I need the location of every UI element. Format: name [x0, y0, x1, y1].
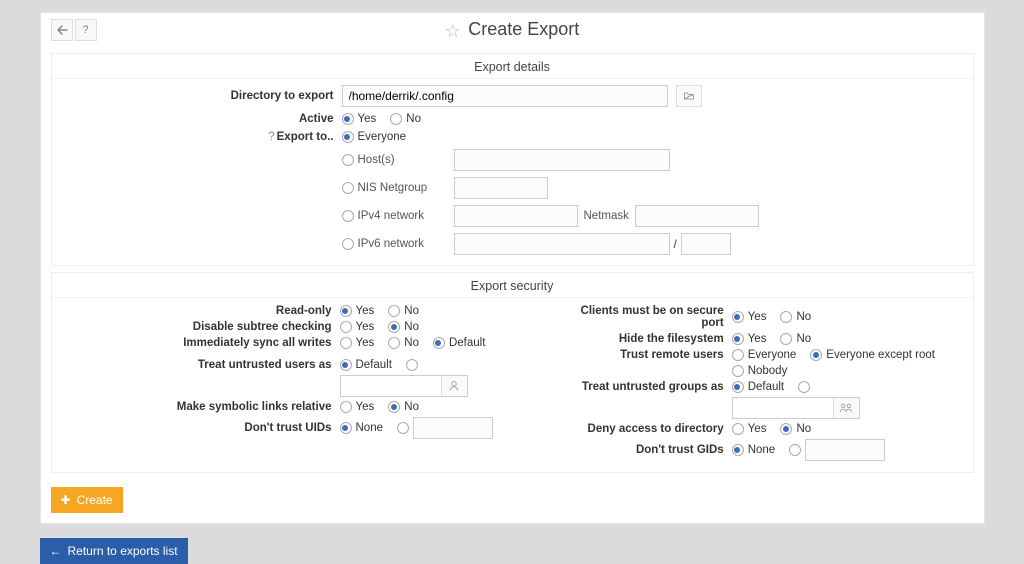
radio-deny-no[interactable]: [780, 423, 792, 435]
star-icon: ☆: [445, 21, 461, 41]
help-icon[interactable]: ?: [268, 131, 274, 143]
group-picker-button[interactable]: [833, 398, 859, 418]
radio-sync-default[interactable]: [433, 337, 445, 349]
radio-deny-yes[interactable]: [732, 423, 744, 435]
label-hide-fs: Hide the filesystem: [557, 333, 732, 345]
label-active: Active: [56, 113, 342, 125]
radio-trust-nobody[interactable]: [732, 365, 744, 377]
label-ipv6: IPv6 network: [358, 238, 446, 250]
label-clients-secure: Clients must be on secure port: [557, 305, 732, 329]
page-title: Create Export: [468, 19, 579, 39]
radio-trust-everyone[interactable]: [732, 349, 744, 361]
create-button-label: Create: [77, 493, 113, 507]
radio-untrusted-users-default[interactable]: [340, 359, 352, 371]
radio-export-ipv6[interactable]: [342, 238, 354, 250]
radio-secure-yes[interactable]: [732, 311, 744, 323]
export-security-section: Export security Read-only Yes No Disable…: [51, 272, 974, 473]
help-button[interactable]: ?: [75, 19, 97, 41]
ipv4-input[interactable]: [454, 205, 578, 227]
netmask-input[interactable]: [635, 205, 759, 227]
radio-sync-no[interactable]: [388, 337, 400, 349]
label-no: No: [406, 113, 421, 125]
radio-sync-yes[interactable]: [340, 337, 352, 349]
radio-subtree-no[interactable]: [388, 321, 400, 333]
radio-gids-none[interactable]: [732, 444, 744, 456]
return-button[interactable]: ← Return to exports list: [40, 538, 188, 564]
label-directory: Directory to export: [56, 90, 342, 102]
radio-export-nis[interactable]: [342, 182, 354, 194]
uids-input[interactable]: [413, 417, 493, 439]
radio-symlinks-no[interactable]: [388, 401, 400, 413]
radio-uids-custom[interactable]: [397, 422, 409, 434]
nis-input[interactable]: [454, 177, 548, 199]
untrusted-group-input-group: [732, 397, 860, 419]
radio-trust-except-root[interactable]: [810, 349, 822, 361]
label-untrusted-groups: Treat untrusted groups as: [557, 381, 732, 393]
label-dont-trust-gids: Don't trust GIDs: [557, 444, 732, 456]
label-sync: Immediately sync all writes: [60, 337, 340, 349]
browse-directory-button[interactable]: [676, 85, 702, 107]
label-dont-trust-uids: Don't trust UIDs: [60, 422, 340, 434]
radio-secure-no[interactable]: [780, 311, 792, 323]
arrow-left-icon: ←: [50, 544, 62, 558]
radio-export-everyone[interactable]: [342, 131, 354, 143]
untrusted-group-input[interactable]: [733, 398, 833, 418]
section-title-details: Export details: [52, 54, 973, 79]
directory-input[interactable]: [342, 85, 668, 107]
radio-symlinks-yes[interactable]: [340, 401, 352, 413]
radio-export-ipv4[interactable]: [342, 210, 354, 222]
radio-untrusted-groups-custom[interactable]: [798, 381, 810, 393]
section-title-security: Export security: [52, 273, 973, 298]
radio-readonly-yes[interactable]: [340, 305, 352, 317]
radio-gids-custom[interactable]: [789, 444, 801, 456]
label-nis: NIS Netgroup: [358, 182, 446, 194]
untrusted-user-input[interactable]: [341, 376, 441, 396]
radio-readonly-no[interactable]: [388, 305, 400, 317]
topbar: ? ☆ Create Export: [41, 13, 984, 47]
label-deny-access: Deny access to directory: [557, 423, 732, 435]
label-read-only: Read-only: [60, 305, 340, 317]
radio-untrusted-groups-default[interactable]: [732, 381, 744, 393]
return-button-label: Return to exports list: [68, 544, 178, 558]
label-yes2: Yes: [356, 305, 375, 317]
label-hosts: Host(s): [358, 154, 446, 166]
radio-uids-none[interactable]: [340, 422, 352, 434]
radio-subtree-yes[interactable]: [340, 321, 352, 333]
radio-export-hosts[interactable]: [342, 154, 354, 166]
hosts-input[interactable]: [454, 149, 670, 171]
label-everyone: Everyone: [358, 131, 407, 143]
label-symlinks: Make symbolic links relative: [60, 401, 340, 413]
radio-hide-no[interactable]: [780, 333, 792, 345]
label-untrusted-users: Treat untrusted users as: [60, 359, 340, 371]
gids-input[interactable]: [805, 439, 885, 461]
label-netmask: Netmask: [584, 210, 629, 222]
create-button[interactable]: ✚ Create: [51, 487, 123, 513]
export-details-section: Export details Directory to export Activ…: [51, 53, 974, 266]
back-button[interactable]: [51, 19, 73, 41]
radio-hide-yes[interactable]: [732, 333, 744, 345]
plus-icon: ✚: [61, 493, 71, 507]
label-yes: Yes: [358, 113, 377, 125]
radio-active-yes[interactable]: [342, 113, 354, 125]
create-export-panel: ? ☆ Create Export Export details Directo…: [40, 12, 985, 524]
ipv6-input[interactable]: [454, 233, 670, 255]
ipv6-prefix-input[interactable]: [681, 233, 731, 255]
radio-active-no[interactable]: [390, 113, 402, 125]
label-export-to: ?Export to..: [56, 131, 342, 143]
label-trust-remote: Trust remote users: [557, 349, 732, 361]
user-picker-button[interactable]: [441, 376, 467, 396]
radio-untrusted-users-custom[interactable]: [406, 359, 418, 371]
label-disable-subtree: Disable subtree checking: [60, 321, 340, 333]
untrusted-user-input-group: [340, 375, 468, 397]
label-no2: No: [404, 305, 419, 317]
label-ipv4: IPv4 network: [358, 210, 446, 222]
